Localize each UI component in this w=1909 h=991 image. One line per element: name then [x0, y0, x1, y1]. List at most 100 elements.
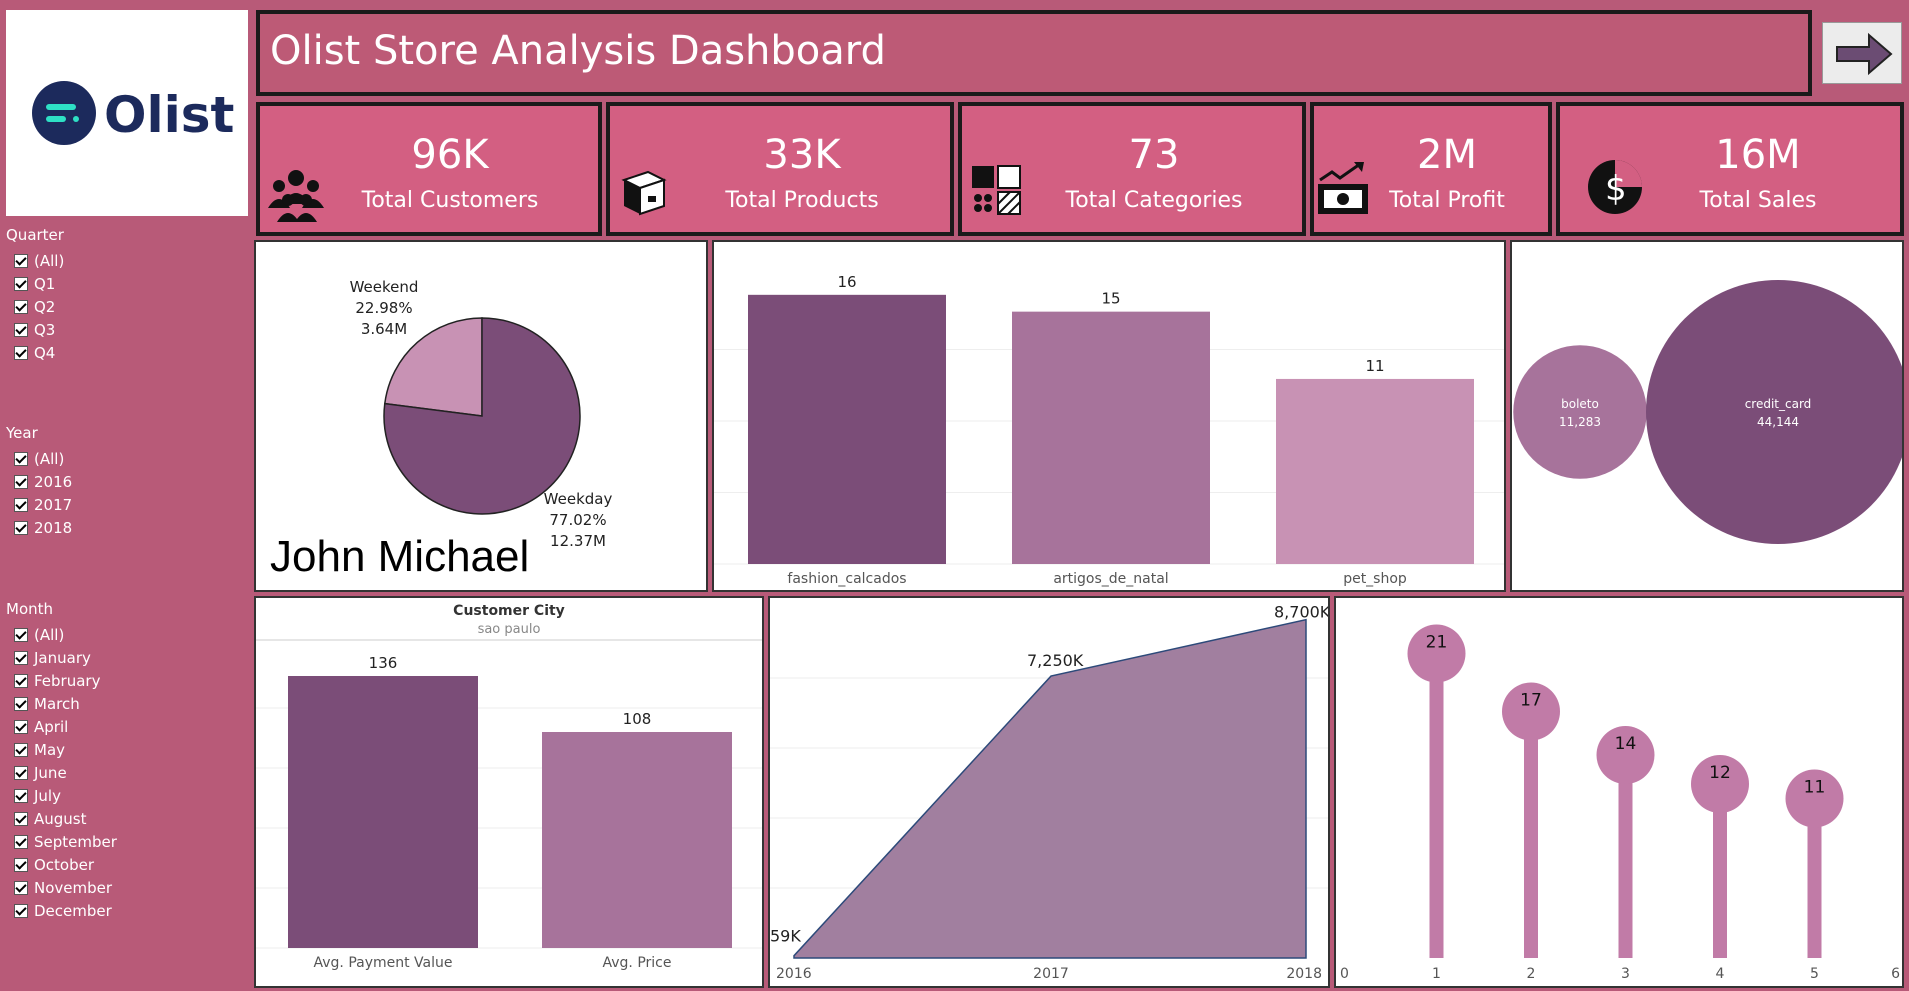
filter-month-option[interactable]: (All) — [14, 626, 64, 644]
filter-quarter-option[interactable]: Q3 — [14, 321, 55, 339]
checkbox-checked-icon[interactable] — [14, 835, 28, 849]
logo-text: Olist — [104, 86, 235, 144]
bubble-boleto[interactable] — [1513, 345, 1647, 479]
filter-month-option[interactable]: March — [14, 695, 80, 713]
checkbox-checked-icon[interactable] — [14, 323, 28, 337]
checkbox-checked-icon[interactable] — [14, 858, 28, 872]
checkbox-checked-icon[interactable] — [14, 697, 28, 711]
x-tick-label: 3 — [1621, 966, 1630, 982]
checkbox-checked-icon[interactable] — [14, 766, 28, 780]
lollipop-stem — [1429, 653, 1444, 958]
filter-month-option[interactable]: April — [14, 718, 68, 736]
lollipop-value-label: 14 — [1615, 734, 1637, 754]
filter-quarter-option[interactable]: Q1 — [14, 275, 55, 293]
filter-month-option[interactable]: May — [14, 741, 65, 759]
kpi-total-sales: $ 16M Total Sales — [1556, 102, 1904, 236]
categories-icon — [972, 165, 1021, 215]
checkbox-checked-icon[interactable] — [14, 628, 28, 642]
x-tick-label: 4 — [1716, 966, 1725, 982]
filter-option-label: Q1 — [34, 275, 56, 293]
sales-icon: $ — [1588, 160, 1642, 214]
area-series[interactable] — [793, 618, 1307, 959]
product-box-icon — [621, 170, 667, 216]
checkbox-checked-icon[interactable] — [14, 881, 28, 895]
kpi-value: 96K — [411, 132, 489, 178]
filter-year-option[interactable]: 2018 — [14, 519, 72, 537]
svg-text:$: $ — [1605, 169, 1627, 209]
checkbox-checked-icon[interactable] — [14, 277, 28, 291]
weekday-weekend-pie-panel: Weekend 22.98% 3.64M Weekday 77.02% 12.37M Jo… — [254, 240, 708, 592]
lollipop-panel: 0 1 2 3 4 5 6 21 17 14 12 11 — [1334, 596, 1904, 988]
filter-month-option[interactable]: January — [14, 649, 91, 667]
filter-option-label: June — [34, 764, 67, 782]
bar[interactable] — [1012, 311, 1210, 564]
bar-value-label: 108 — [623, 710, 652, 728]
filter-month-option[interactable]: February — [14, 672, 100, 690]
checkbox-checked-icon[interactable] — [14, 674, 28, 688]
checkbox-checked-icon[interactable] — [14, 521, 28, 535]
pie-label-name: Weekday — [544, 490, 613, 508]
checkbox-checked-icon[interactable] — [14, 720, 28, 734]
kpi-label: Total Customers — [361, 188, 539, 213]
kpi-value: 73 — [1128, 132, 1180, 178]
filter-month-option[interactable]: December — [14, 902, 112, 920]
bubble-value-label: 44,144 — [1757, 415, 1799, 429]
kpi-value: 33K — [763, 132, 841, 178]
filter-option-label: Q2 — [34, 298, 56, 316]
x-tick-label: 5 — [1810, 966, 1819, 982]
filter-month-option[interactable]: September — [14, 833, 117, 851]
category-label: Avg. Payment Value — [313, 955, 452, 971]
checkbox-checked-icon[interactable] — [14, 498, 28, 512]
filter-option-label: (All) — [34, 626, 65, 644]
filter-option-label: December — [34, 902, 112, 920]
filter-option-label: Q3 — [34, 321, 56, 339]
filter-quarter-option[interactable]: Q4 — [14, 344, 55, 362]
checkbox-checked-icon[interactable] — [14, 651, 28, 665]
right-arrow-icon — [1836, 32, 1893, 76]
filter-month-option[interactable]: June — [14, 764, 67, 782]
checkbox-checked-icon[interactable] — [14, 812, 28, 826]
checkbox-checked-icon[interactable] — [14, 904, 28, 918]
category-label: Avg. Price — [603, 955, 672, 971]
bar[interactable] — [288, 676, 478, 948]
bar-value-label: 136 — [369, 654, 398, 672]
payment-type-bubble-chart: boleto 11,283 credit_card 44,144 — [1513, 280, 1909, 544]
filter-option-label: August — [34, 810, 87, 828]
filter-month-option[interactable]: November — [14, 879, 112, 897]
pie-label-amount: 12.37M — [550, 532, 606, 550]
filter-year-option[interactable]: 2016 — [14, 473, 72, 491]
lollipop-value-label: 12 — [1709, 763, 1731, 783]
bar-value-label: 15 — [1101, 290, 1120, 308]
checkbox-checked-icon[interactable] — [14, 346, 28, 360]
filter-month-option[interactable]: July — [14, 787, 61, 805]
kpi-total-categories: 73 Total Categories — [958, 102, 1306, 236]
navigate-next-button[interactable] — [1822, 22, 1902, 84]
filter-year-option[interactable]: (All) — [14, 450, 64, 468]
checkbox-checked-icon[interactable] — [14, 254, 28, 268]
pie-label-amount: 3.64M — [361, 320, 407, 338]
filter-quarter-option[interactable]: (All) — [14, 252, 64, 270]
filter-option-label: September — [34, 833, 117, 851]
checkbox-checked-icon[interactable] — [14, 300, 28, 314]
checkbox-checked-icon[interactable] — [14, 452, 28, 466]
kpi-value: 2M — [1417, 132, 1477, 178]
bubble-credit_card[interactable] — [1646, 280, 1909, 544]
filter-month-option[interactable]: October — [14, 856, 94, 874]
area-value-label: 59K — [770, 927, 801, 946]
checkbox-checked-icon[interactable] — [14, 789, 28, 803]
bar[interactable] — [542, 732, 732, 948]
bar[interactable] — [1276, 378, 1474, 564]
filter-option-label: (All) — [34, 252, 65, 270]
lollipop-stem — [1524, 711, 1538, 958]
x-tick-label: 6 — [1891, 966, 1900, 982]
bar[interactable] — [748, 294, 946, 564]
filter-quarter-option[interactable]: Q2 — [14, 298, 55, 316]
chart-subtitle: sao paulo — [478, 622, 541, 637]
filter-option-label: February — [34, 672, 101, 690]
checkbox-checked-icon[interactable] — [14, 475, 28, 489]
checkbox-checked-icon[interactable] — [14, 743, 28, 757]
category-label: pet_shop — [1343, 571, 1407, 587]
bubble-name-label: boleto — [1561, 397, 1599, 411]
filter-year-option[interactable]: 2017 — [14, 496, 72, 514]
filter-month-option[interactable]: August — [14, 810, 87, 828]
